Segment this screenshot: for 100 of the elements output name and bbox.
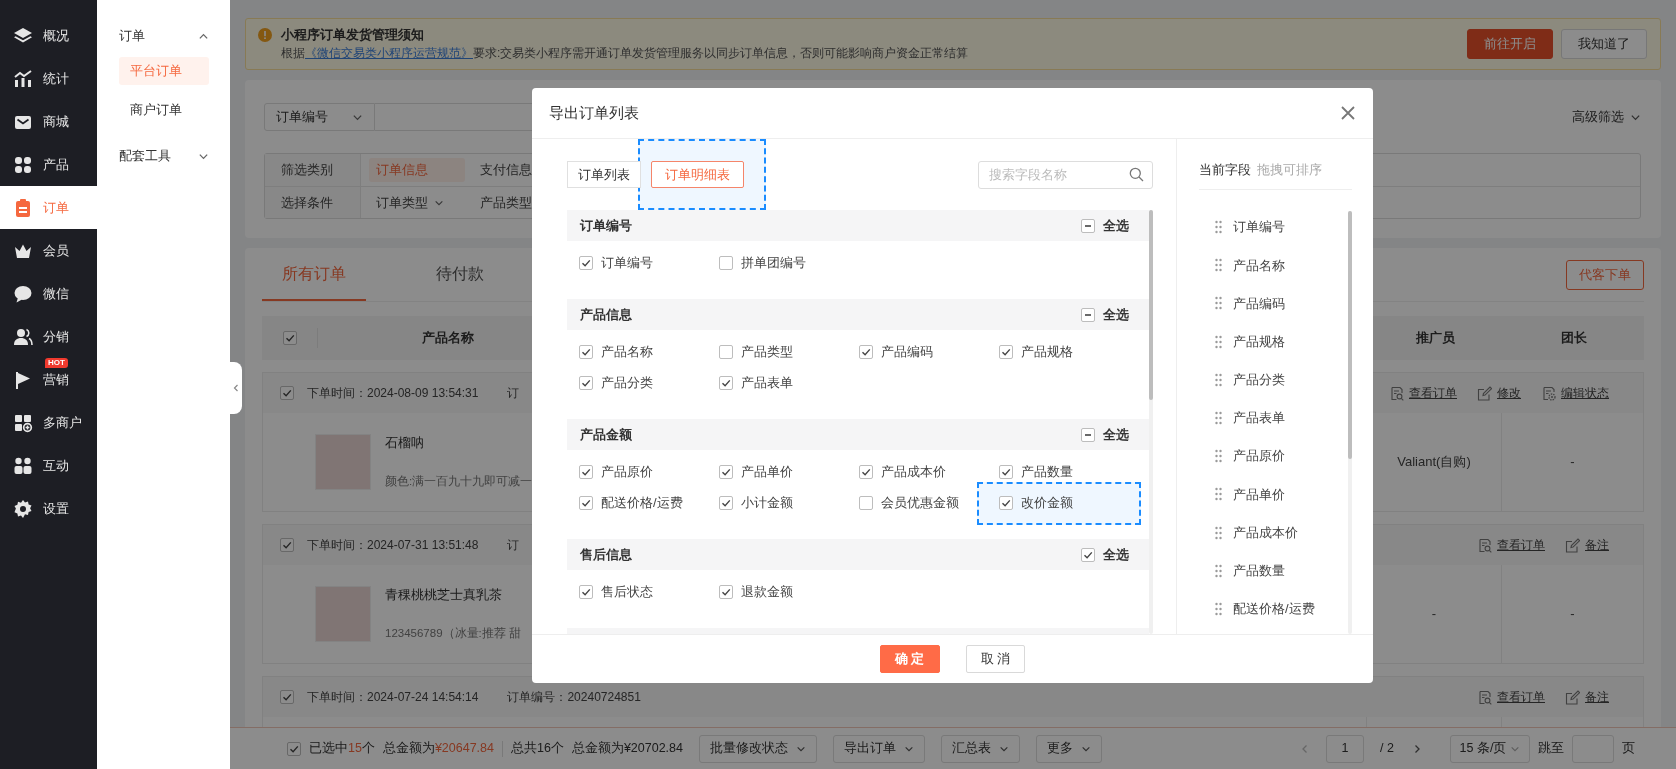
sidebar-item[interactable]: 微信: [0, 272, 97, 315]
sortable-field[interactable]: 产品分类: [1215, 360, 1348, 399]
order-action-link[interactable]: 编辑状态: [1541, 384, 1609, 402]
sortable-field[interactable]: 产品规格: [1215, 322, 1348, 361]
dialog-title: 导出订单列表: [549, 102, 639, 123]
selected-amount: ¥20647.84: [434, 740, 494, 758]
sortable-field[interactable]: 产品单价: [1215, 475, 1348, 514]
product-spec: 颜色:满一百九十九即可减一: [385, 473, 533, 489]
dropdown-button[interactable]: 汇总表: [941, 734, 1020, 763]
table-cell-text: -: [1570, 605, 1575, 624]
total-count: 总共16个: [511, 740, 564, 758]
dropdown-button[interactable]: 批量修改状态: [699, 734, 817, 763]
order-number: 订单编号：20240724851: [507, 689, 641, 706]
dialog-button[interactable]: 取 消: [965, 645, 1026, 673]
sidebar-item[interactable]: 订单: [0, 186, 97, 229]
table-cell-text: -: [1570, 453, 1575, 472]
select-all-label: 全选: [1103, 425, 1129, 444]
submenu-group[interactable]: 订单: [119, 18, 209, 54]
field-label: 产品编码: [881, 343, 933, 362]
select-all-label: 全选: [1103, 216, 1129, 235]
field-label: 会员优惠金额: [881, 494, 959, 513]
total-amount: 总金额为¥20702.84: [571, 740, 683, 758]
field-group-title: 订单编号: [580, 216, 632, 235]
notice-button[interactable]: 前往开启: [1467, 29, 1553, 59]
field-label: 产品原价: [601, 463, 653, 482]
sortable-field[interactable]: 订单编号: [1215, 208, 1348, 247]
filter-label: 筛选类别: [265, 154, 361, 186]
table-cell-text: Valiant(自购): [1397, 453, 1471, 472]
dialog-button[interactable]: 确 定: [879, 645, 940, 673]
sortable-field[interactable]: 产品名称: [1215, 246, 1348, 285]
product-name: 青稞桃桃芝士真乳茶: [385, 587, 503, 604]
filter-option[interactable]: 订单类型: [369, 190, 465, 215]
notice-button[interactable]: 我知道了: [1561, 29, 1647, 59]
field-label: 产品类型: [741, 343, 793, 362]
sortable-field[interactable]: 产品原价: [1215, 437, 1348, 476]
order-action-link[interactable]: 查看订单: [1389, 384, 1457, 402]
order-time: 下单时间：2024-08-09 13:54:31: [307, 385, 479, 402]
notice-title: 小程序订单发货管理须知: [281, 26, 425, 44]
submenu-group[interactable]: 配套工具: [119, 138, 209, 174]
sidebar-item[interactable]: 设置: [0, 487, 97, 530]
field-label: 退款金额: [741, 583, 793, 602]
sortable-field[interactable]: 配送价格/运费: [1215, 589, 1348, 629]
order-action-link[interactable]: 查看订单: [1477, 688, 1545, 706]
search-type-select[interactable]: 订单编号: [264, 103, 375, 131]
field-group-title: 产品金额: [580, 425, 632, 444]
order-time: 下单时间：2024-07-31 13:51:48: [307, 537, 479, 554]
amount-label: 总金额为: [382, 740, 435, 758]
panel-hint: 拖拽可排序: [1257, 161, 1322, 179]
sidebar-item[interactable]: 统计: [0, 57, 97, 100]
order-action-link[interactable]: 查看订单: [1477, 536, 1545, 554]
field-label: 产品规格: [1021, 343, 1073, 362]
submenu-group-label: 订单: [119, 27, 145, 46]
dropdown-button[interactable]: 导出订单: [833, 734, 925, 763]
sidebar-item[interactable]: 分销: [0, 315, 97, 358]
field-label: 小计金额: [741, 494, 793, 513]
order-number: 订: [507, 385, 520, 402]
sortable-field[interactable]: 产品表单: [1215, 398, 1348, 438]
field-label: 产品分类: [601, 374, 653, 393]
sidebar-item[interactable]: 营销: [13, 369, 69, 390]
submenu-item[interactable]: 平台订单: [119, 57, 209, 85]
panel-title: 当前字段: [1199, 161, 1251, 179]
sortable-field[interactable]: 产品数量: [1215, 551, 1348, 590]
notice-text: 根据《微信交易类小程序运营规范》要求:交易类小程序需开通订单发货管理服务以同步订单信息，否则可能影响商户资金正常结算: [281, 45, 969, 62]
order-action-link[interactable]: 备注: [1565, 536, 1609, 554]
page-input[interactable]: 1: [1326, 734, 1365, 763]
search-field[interactable]: 搜索字段名称: [978, 160, 1153, 189]
hot-badge: HOT: [45, 358, 68, 368]
field-label: 产品数量: [1021, 463, 1073, 482]
submenu-item[interactable]: 商户订单: [119, 96, 209, 124]
table-cell-text: -: [1431, 605, 1437, 624]
filter-label: 选择条件: [265, 187, 361, 218]
dropdown-button[interactable]: 更多: [1036, 734, 1102, 763]
selected-unit: 个: [361, 740, 375, 758]
page-size-select[interactable]: 15 条/页: [1450, 734, 1530, 763]
sidebar-item[interactable]: 概况: [0, 14, 97, 57]
order-tab[interactable]: 待付款: [416, 248, 504, 301]
field-group-title: 售后信息: [580, 545, 632, 564]
sidebar-item[interactable]: 会员: [0, 229, 97, 272]
sidebar-item[interactable]: 产品: [0, 143, 97, 186]
sidebar-item[interactable]: 互动: [0, 444, 97, 487]
field-label: 订单编号: [601, 254, 653, 273]
field-label: 拼单团编号: [741, 254, 806, 273]
sortable-field[interactable]: 产品成本价: [1215, 513, 1348, 552]
sidebar-item[interactable]: 商城: [0, 100, 97, 143]
column-header: 产品名称: [421, 329, 475, 348]
order-action-link[interactable]: 备注: [1565, 688, 1609, 706]
order-action-link[interactable]: 修改: [1477, 384, 1521, 402]
export-tab[interactable]: 订单列表: [567, 161, 641, 188]
export-tab[interactable]: 订单明细表: [651, 161, 744, 188]
advanced-filter-toggle[interactable]: 高级筛选: [1572, 107, 1641, 127]
page-count: / 2: [1380, 740, 1394, 758]
column-header: 推广员: [1415, 329, 1456, 348]
page-unit: 页: [1622, 740, 1635, 758]
select-all-label: 全选: [1103, 545, 1129, 564]
order-time: 下单时间：2024-07-24 14:54:14: [307, 689, 479, 706]
field-label: 售后状态: [601, 583, 653, 602]
sortable-field[interactable]: 产品编码: [1215, 284, 1348, 323]
product-name: 石榴呐: [385, 435, 425, 452]
sidebar-item[interactable]: 多商户: [0, 401, 97, 444]
rules-link[interactable]: 《微信交易类小程序运营规范》: [305, 46, 473, 60]
